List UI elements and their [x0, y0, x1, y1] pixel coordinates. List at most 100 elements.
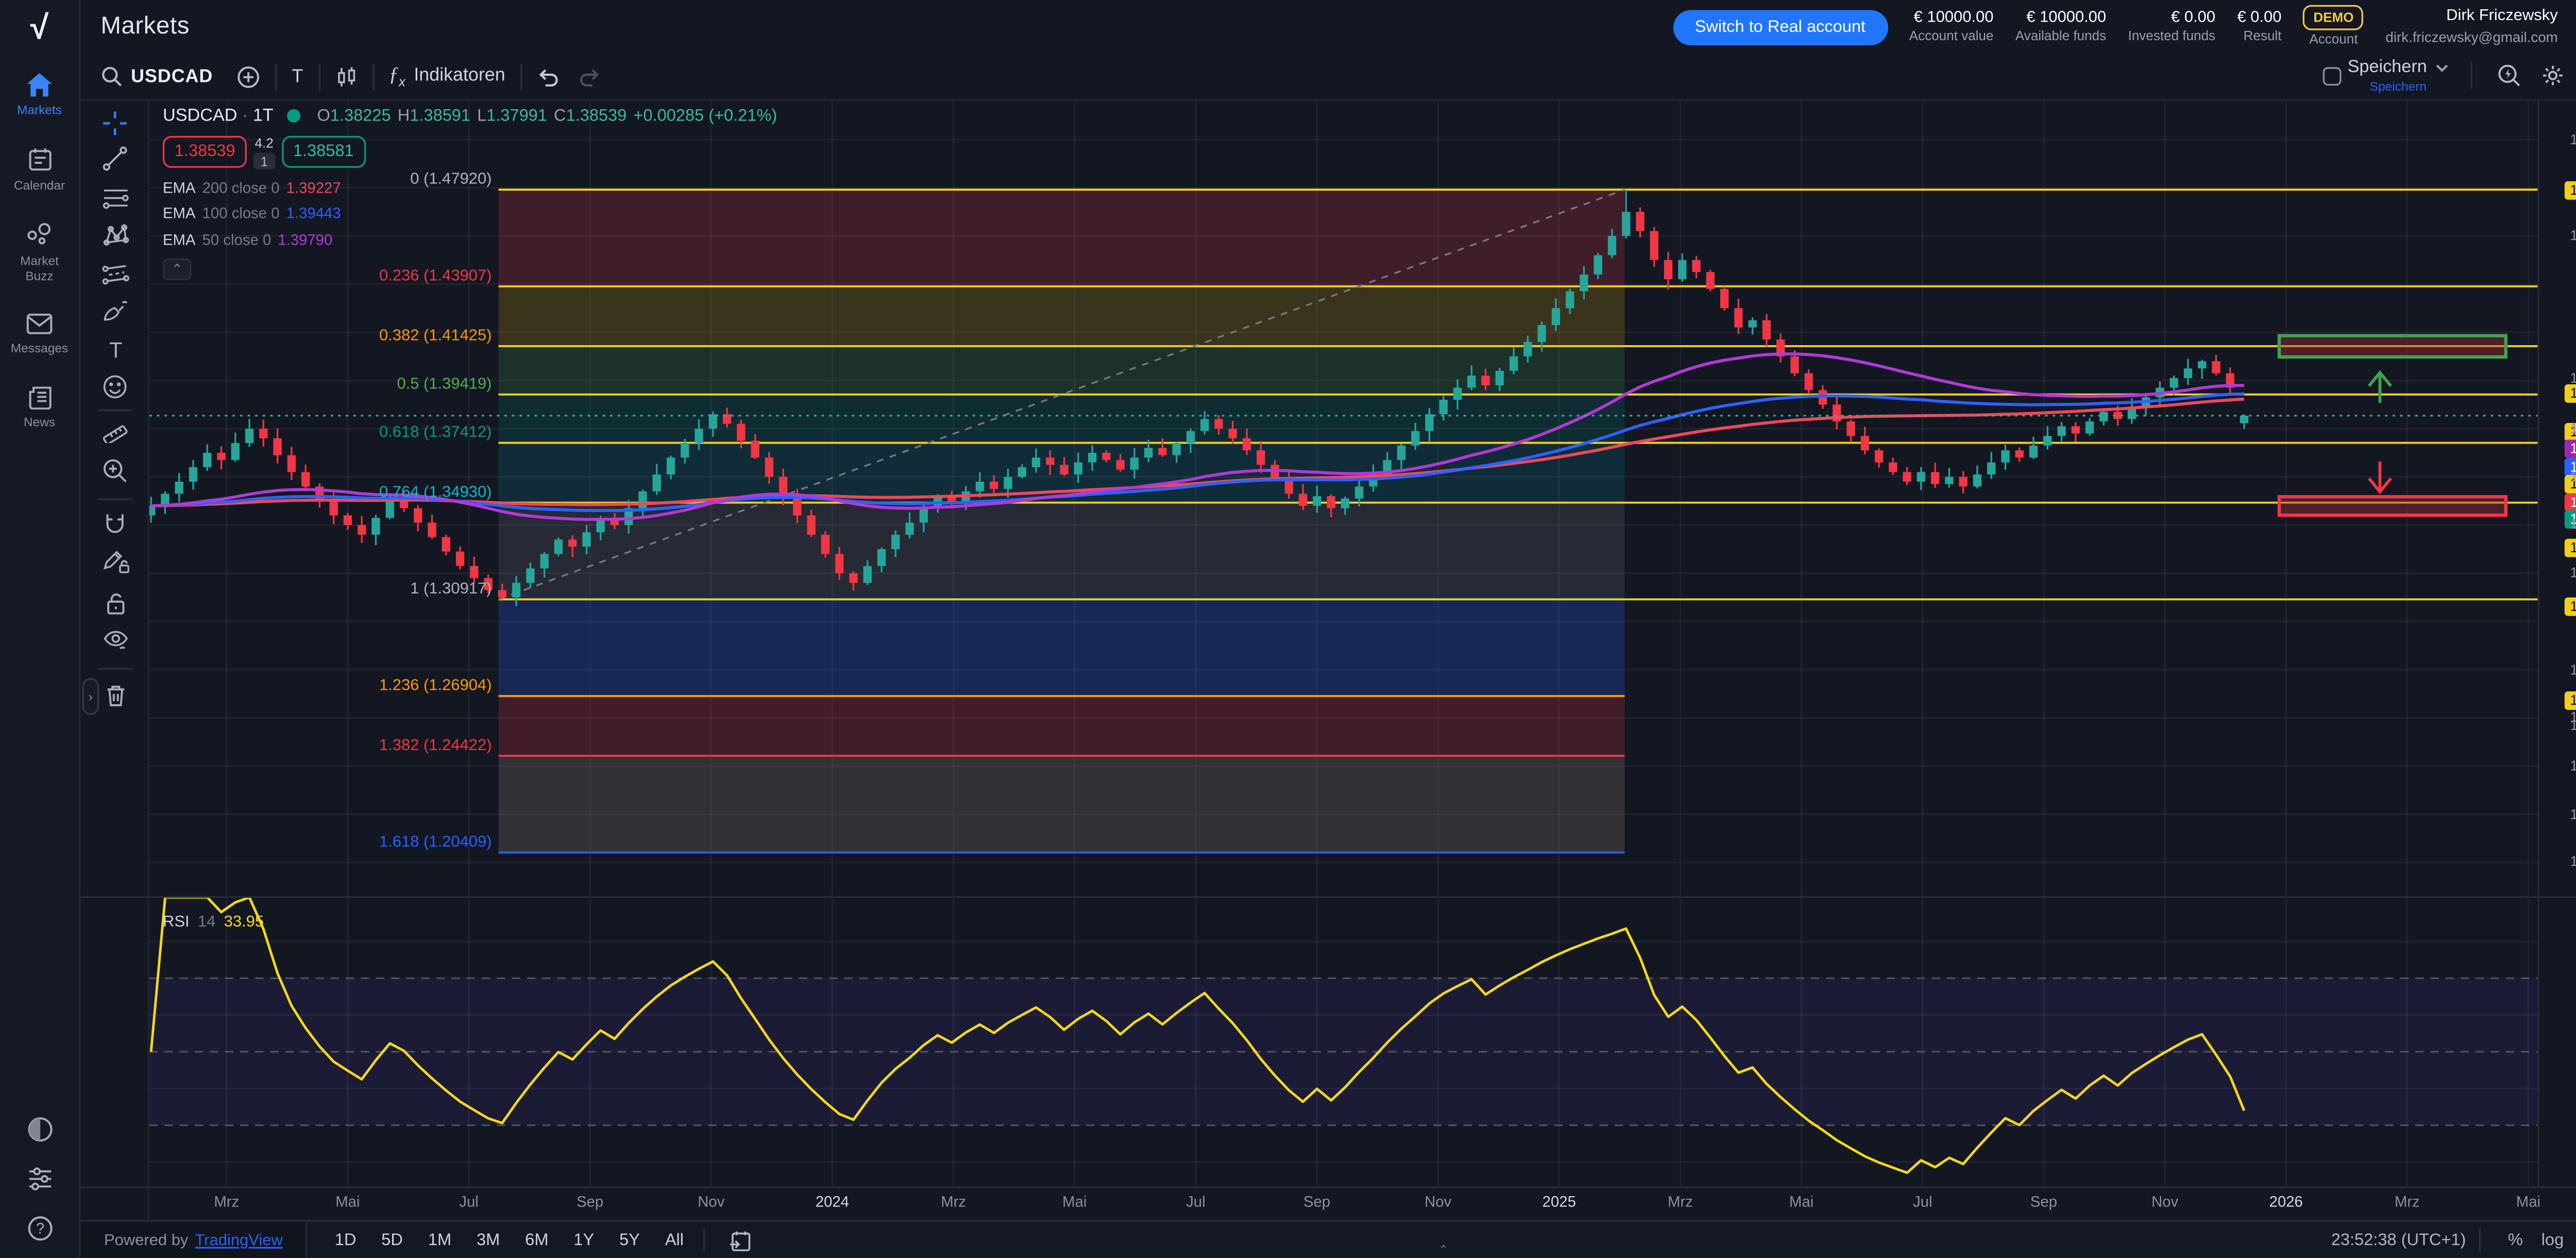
chevron-down-icon [2435, 64, 2449, 73]
range-3m[interactable]: 3M [470, 1228, 506, 1253]
trading-app: √ Markets Calendar MarketBuzz Messages N… [0, 0, 2576, 1258]
sell-bid-button[interactable]: 1.38539 [163, 136, 247, 168]
toolbar-divider [520, 63, 522, 90]
indicator-legend-ema200[interactable]: EMA200 close 01.39227 [163, 179, 777, 196]
interval-button[interactable]: T [292, 66, 303, 87]
sidebar-item-markets[interactable]: Markets [0, 57, 79, 131]
percent-scale-button[interactable]: % [2508, 1231, 2523, 1250]
tool-drawing-mode-lock[interactable] [80, 543, 149, 577]
compare-add-symbol[interactable] [236, 64, 260, 88]
log-scale-button[interactable]: log [2541, 1231, 2564, 1250]
time-axis-label: Sep [2030, 1193, 2057, 1210]
tool-magnet[interactable] [80, 507, 149, 540]
interval-label: T [292, 66, 303, 87]
circle-plus-icon [236, 64, 260, 88]
sidebar-item-label: News [24, 415, 55, 430]
sidebar-item-calendar[interactable]: Calendar [0, 131, 79, 207]
broker-logo-icon[interactable]: √ [0, 0, 80, 57]
fib-level-label: 0.618 (1.37412) [379, 422, 492, 440]
help-icon[interactable]: ? [26, 1215, 53, 1242]
range-1y[interactable]: 1Y [567, 1228, 601, 1253]
user-info[interactable]: Dirk Friczewsky dirk.friczewsky@gmail.co… [2385, 7, 2557, 46]
buy-ask-button[interactable]: 1.38581 [281, 136, 365, 168]
clock-tim­e[interactable]: 23:52:38 (UTC+1) [2331, 1231, 2466, 1250]
quick-search-button[interactable] [2487, 64, 2531, 88]
switch-to-real-account-button[interactable]: Switch to Real account [1673, 9, 1887, 44]
eye-icon [101, 627, 128, 652]
price-label: 1.24000 [2565, 757, 2576, 775]
ruler-icon [101, 417, 128, 443]
demo-badge: DEMO [2303, 6, 2364, 30]
tool-emoji[interactable] [80, 369, 149, 403]
tool-measure[interactable] [80, 413, 149, 446]
sidebar-item-label: Markets [17, 103, 62, 117]
range-6m[interactable]: 6M [518, 1228, 555, 1253]
rsi-pane[interactable] [149, 896, 2538, 1187]
text-icon: T [103, 338, 127, 360]
demo-label: Account [2309, 32, 2358, 48]
tool-lock-all[interactable] [80, 586, 149, 619]
price-label-badge: 1.47920 [2565, 180, 2576, 199]
tradingview-link[interactable]: TradingView [195, 1231, 282, 1250]
settings-button[interactable] [2531, 64, 2575, 88]
available-funds-label: Available funds [2015, 28, 2106, 45]
quantity-field[interactable]: 1 [253, 152, 275, 169]
sliders-icon[interactable] [26, 1166, 53, 1192]
tool-text[interactable]: T [80, 332, 149, 366]
ohlc-values: O1.38225 H1.38591 L1.37991 C1.38539 +0.0… [317, 107, 777, 125]
indicator-legend-ema100[interactable]: EMA100 close 01.39443 [163, 205, 777, 222]
market-status-icon[interactable] [287, 109, 300, 123]
goto-date-button[interactable] [719, 1229, 762, 1251]
tool-trend-line[interactable] [80, 141, 149, 175]
tool-horizontal-lines[interactable] [80, 181, 149, 215]
envelope-icon [25, 312, 54, 336]
sidebar-item-news[interactable]: News [0, 369, 79, 443]
tool-projection[interactable] [80, 257, 149, 290]
range-5y[interactable]: 5Y [613, 1228, 647, 1253]
sidebar-item-market-buzz[interactable]: MarketBuzz [0, 207, 79, 297]
toolbar-collapse-handle[interactable]: › [82, 678, 99, 715]
legend-symbol[interactable]: USDCAD · 1T [163, 106, 274, 126]
time-axis[interactable]: MrzMaiJulSepNov2024MrzMaiJulSepNov2025Mr… [80, 1186, 2576, 1220]
pane-separator[interactable] [80, 896, 2576, 898]
time-axis-label: Mai [335, 1193, 360, 1210]
rsi-legend[interactable]: RSI1433.95 [163, 913, 264, 931]
legend-collapse-button[interactable]: ⌃ [163, 258, 191, 279]
save-sub-link[interactable]: Speichern [2370, 80, 2427, 94]
time-axis-label: Sep [1303, 1193, 1330, 1210]
tool-crosshair[interactable] [80, 106, 149, 139]
save-button[interactable]: Speichern [2348, 59, 2449, 78]
goto-date-icon [729, 1229, 753, 1251]
indicator-legend-ema50[interactable]: EMA50 close 01.39790 [163, 231, 777, 248]
price-label: 1.36000 [2565, 468, 2576, 486]
range-1m[interactable]: 1M [421, 1228, 458, 1253]
range-5d[interactable]: 5D [375, 1228, 410, 1253]
sidebar-item-messages[interactable]: Messages [0, 297, 79, 369]
result-amount: € 0.00 [2237, 8, 2281, 28]
lightning-search-icon [2497, 64, 2521, 88]
toolbar-divider [275, 63, 277, 90]
indicators-button[interactable]: ƒx Indikatoren [388, 63, 505, 90]
undo-button[interactable] [537, 66, 561, 87]
price-scale[interactable]: 1.500001.479201.460001.440001.439071.414… [2538, 100, 2576, 1186]
panel-expand-caret[interactable]: ⌃ [1438, 1244, 1448, 1257]
range-1d[interactable]: 1D [328, 1228, 363, 1253]
tool-hide-drawings[interactable] [80, 623, 149, 656]
account-value-amount: € 10000.00 [1914, 8, 1994, 28]
sidebar-item-label: Calendar [14, 178, 65, 193]
time-axis-label: Nov [2151, 1193, 2178, 1210]
range-all[interactable]: All [658, 1228, 690, 1253]
chart-type-button[interactable] [335, 64, 357, 88]
time-axis-label: Jul [1913, 1193, 1933, 1210]
save-checkbox[interactable] [2323, 67, 2341, 86]
redo-button[interactable] [578, 66, 601, 87]
change-value: +0.00285 (+0.21%) [633, 107, 777, 125]
symbol-search[interactable]: USDCAD [100, 65, 213, 87]
account-value-label: Account value [1909, 28, 1994, 45]
theme-contrast-icon[interactable] [26, 1116, 53, 1143]
tool-brush[interactable] [80, 294, 149, 327]
tool-zoom-in[interactable] [80, 453, 149, 487]
svg-text:?: ? [35, 1220, 43, 1237]
magnet-icon [103, 511, 128, 536]
tool-pattern[interactable] [80, 218, 149, 252]
